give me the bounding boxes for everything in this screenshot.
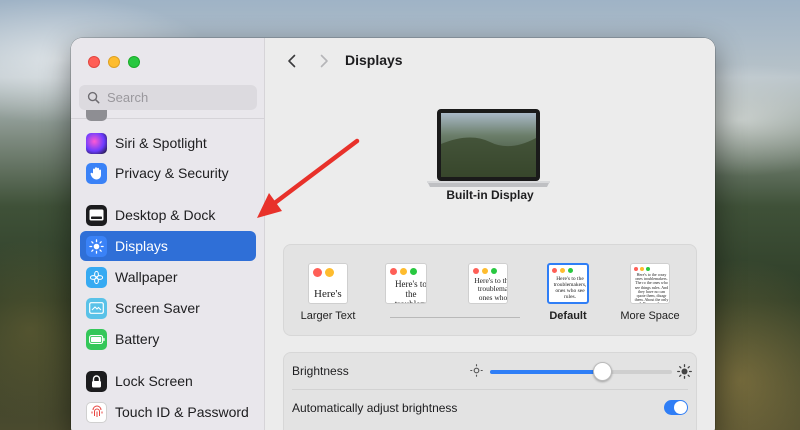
sidebar-item-label: Desktop & Dock	[115, 207, 216, 223]
toolbar: Displays	[265, 38, 715, 86]
chevron-right-icon	[320, 54, 328, 68]
resolution-option-default[interactable]: Here's to the troublemakers, ones who se…	[534, 263, 602, 322]
resolution-option-more-space[interactable]: Here's to the crazy ones troublemakers. …	[616, 263, 684, 322]
system-settings-window: Siri & Spotlight Privacy & Security Desk…	[71, 38, 715, 430]
sidebar-item-touch-id-password[interactable]: Touch ID & Password	[80, 397, 256, 427]
brightness-slider[interactable]	[470, 353, 692, 389]
sidebar-item-label: Displays	[115, 238, 168, 254]
resolution-option-2[interactable]: Here's to the troublem	[372, 263, 440, 310]
display-preview[interactable]: Built-in Display	[265, 86, 715, 228]
sidebar-item-displays[interactable]: Displays	[80, 231, 256, 261]
page-title: Displays	[345, 52, 403, 68]
slider-knob[interactable]	[593, 362, 613, 381]
resolution-option-larger-text[interactable]: Here's Larger Text	[294, 263, 362, 322]
resolution-thumbnail: Here's	[308, 263, 348, 304]
forward-button[interactable]	[313, 50, 335, 72]
sidebar-item-label: Privacy & Security	[115, 165, 229, 181]
display-name: Built-in Display	[446, 188, 534, 202]
zoom-button[interactable]	[128, 56, 140, 68]
battery-icon	[86, 328, 107, 350]
sun-small-icon	[470, 364, 483, 377]
sidebar: Siri & Spotlight Privacy & Security Desk…	[71, 38, 265, 430]
settings-icon	[86, 110, 107, 121]
brightness-row: Brightness	[284, 353, 696, 389]
close-button[interactable]	[88, 56, 100, 68]
auto-brightness-row: Automatically adjust brightness	[284, 390, 696, 426]
sidebar-item-siri-spotlight[interactable]: Siri & Spotlight	[80, 128, 256, 158]
sun-large-icon	[677, 364, 692, 379]
scale-divider	[390, 317, 520, 318]
brightness-label: Brightness	[292, 364, 349, 378]
auto-brightness-label: Automatically adjust brightness	[292, 401, 458, 415]
sidebar-item-battery[interactable]: Battery	[80, 324, 256, 354]
search-field[interactable]	[79, 85, 257, 110]
sidebar-item-label: Screen Saver	[115, 300, 200, 316]
sidebar-item-wallpaper[interactable]: Wallpaper	[80, 262, 256, 292]
sidebar-item-partial[interactable]	[80, 110, 256, 124]
sun-icon	[86, 235, 107, 257]
flower-icon	[86, 266, 107, 288]
dock-icon	[86, 204, 107, 226]
resolution-thumbnail: Here's to the crazy ones troublemakers. …	[630, 263, 670, 304]
hand-icon	[86, 162, 107, 184]
resolution-picker: Here's Larger Text Here's to the trouble…	[283, 244, 697, 336]
content-pane: Displays Built-in Display Here's Larger …	[265, 38, 715, 430]
sidebar-item-label: Wallpaper	[115, 269, 178, 285]
sidebar-item-privacy-security[interactable]: Privacy & Security	[80, 158, 256, 188]
chevron-left-icon	[288, 54, 296, 68]
display-settings-group: Brightness Automatically adjust brightne…	[283, 352, 697, 430]
resolution-label: More Space	[620, 310, 680, 322]
fingerprint-icon	[86, 401, 107, 423]
siri-icon	[86, 132, 107, 154]
preview-text: Here's	[314, 288, 342, 300]
search-icon	[87, 91, 100, 104]
sidebar-item-label: Touch ID & Password	[115, 404, 249, 420]
search-input[interactable]	[107, 90, 247, 105]
window-controls	[88, 56, 140, 68]
sidebar-item-label: Siri & Spotlight	[115, 135, 207, 151]
sidebar-item-label: Lock Screen	[115, 373, 193, 389]
sidebar-item-screen-saver[interactable]: Screen Saver	[80, 293, 256, 323]
preview-text: Here's to the troublema ones who	[474, 276, 508, 302]
back-button[interactable]	[281, 50, 303, 72]
preview-text: Here's to the troublem	[394, 279, 427, 304]
sidebar-item-label: Battery	[115, 331, 160, 347]
resolution-thumbnail: Here's to the troublemakers, ones who se…	[547, 263, 589, 304]
screensaver-icon	[86, 297, 107, 319]
minimize-button[interactable]	[108, 56, 120, 68]
sidebar-item-lock-screen[interactable]: Lock Screen	[80, 366, 256, 396]
slider-fill	[490, 370, 603, 374]
sidebar-item-desktop-dock[interactable]: Desktop & Dock	[80, 200, 256, 230]
resolution-thumbnail: Here's to the troublem	[385, 263, 427, 304]
preview-text: Here's to the crazy ones troublemakers. …	[634, 272, 669, 304]
resolution-label: Larger Text	[300, 310, 356, 322]
auto-brightness-toggle[interactable]	[664, 400, 688, 415]
resolution-thumbnail: Here's to the troublema ones who	[468, 263, 508, 304]
lock-icon	[86, 370, 107, 392]
resolution-option-3[interactable]: Here's to the troublema ones who	[454, 263, 522, 310]
resolution-label: Default	[549, 310, 587, 322]
preview-text: Here's to the troublemakers, ones who se…	[553, 276, 587, 301]
